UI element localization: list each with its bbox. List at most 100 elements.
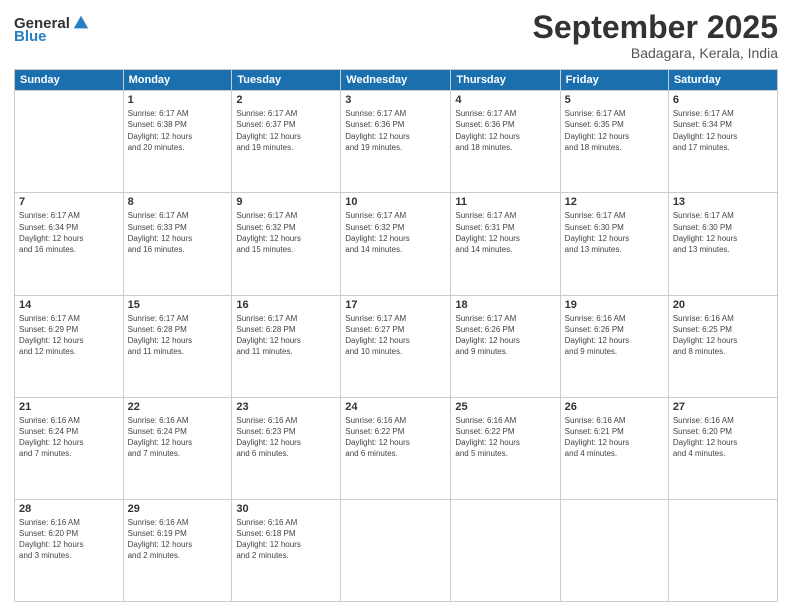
day-number: 6 <box>673 94 773 106</box>
calendar-cell: 16 Sunrise: 6:17 AM Sunset: 6:28 PM Dayli… <box>232 295 341 397</box>
logo-blue: Blue <box>14 28 47 45</box>
day-info: Sunrise: 6:17 AM Sunset: 6:34 PM Dayligh… <box>673 108 773 153</box>
day-info: Sunrise: 6:17 AM Sunset: 6:32 PM Dayligh… <box>345 210 446 255</box>
calendar-cell: 27Sunrise: 6:16 AM Sunset: 6:20 PM Dayli… <box>668 397 777 499</box>
day-number: 21 <box>19 401 119 413</box>
logo-icon <box>72 14 90 32</box>
day-number: 19 <box>565 299 664 311</box>
week-row-2: 7 Sunrise: 6:17 AM Sunset: 6:34 PM Daylig… <box>15 193 778 295</box>
day-info: Sunrise: 6:16 AM Sunset: 6:20 PM Dayligh… <box>19 517 119 562</box>
day-number: 8 <box>128 196 228 208</box>
day-info: Sunrise: 6:17 AM Sunset: 6:36 PM Dayligh… <box>455 108 555 153</box>
calendar-cell: 8 Sunrise: 6:17 AM Sunset: 6:33 PM Daylig… <box>123 193 232 295</box>
day-info: Sunrise: 6:16 AM Sunset: 6:19 PM Dayligh… <box>128 517 228 562</box>
calendar-cell: 3Sunrise: 6:17 AM Sunset: 6:36 PM Daylig… <box>341 91 451 193</box>
day-number: 22 <box>128 401 228 413</box>
calendar-cell: 25 Sunrise: 6:16 AM Sunset: 6:22 PM Dayli… <box>451 397 560 499</box>
day-number: 3 <box>345 94 446 106</box>
calendar-cell: 18 Sunrise: 6:17 AM Sunset: 6:26 PM Dayli… <box>451 295 560 397</box>
day-number: 2 <box>236 94 336 106</box>
calendar-cell: 23Sunrise: 6:16 AM Sunset: 6:23 PM Dayli… <box>232 397 341 499</box>
day-info: Sunrise: 6:17 AM Sunset: 6:34 PM Dayligh… <box>19 210 119 255</box>
day-number: 30 <box>236 503 336 515</box>
day-number: 18 <box>455 299 555 311</box>
day-info: Sunrise: 6:17 AM Sunset: 6:30 PM Dayligh… <box>565 210 664 255</box>
day-info: Sunrise: 6:16 AM Sunset: 6:25 PM Dayligh… <box>673 313 773 358</box>
calendar-table: Sunday Monday Tuesday Wednesday Thursday… <box>14 69 778 602</box>
day-info: Sunrise: 6:17 AM Sunset: 6:38 PM Dayligh… <box>128 108 228 153</box>
week-row-4: 21 Sunrise: 6:16 AM Sunset: 6:24 PM Dayli… <box>15 397 778 499</box>
day-info: Sunrise: 6:16 AM Sunset: 6:22 PM Dayligh… <box>345 415 446 460</box>
day-number: 16 <box>236 299 336 311</box>
day-info: Sunrise: 6:16 AM Sunset: 6:24 PM Dayligh… <box>19 415 119 460</box>
calendar-cell <box>451 499 560 601</box>
col-saturday: Saturday <box>668 70 777 91</box>
day-number: 20 <box>673 299 773 311</box>
day-number: 1 <box>128 94 228 106</box>
day-number: 17 <box>345 299 446 311</box>
day-number: 7 <box>19 196 119 208</box>
day-info: Sunrise: 6:16 AM Sunset: 6:26 PM Dayligh… <box>565 313 664 358</box>
day-number: 26 <box>565 401 664 413</box>
day-number: 24 <box>345 401 446 413</box>
week-row-5: 28 Sunrise: 6:16 AM Sunset: 6:20 PM Dayli… <box>15 499 778 601</box>
day-info: Sunrise: 6:17 AM Sunset: 6:30 PM Dayligh… <box>673 210 773 255</box>
page: General Blue September 2025 Badagara, Ke… <box>0 0 792 612</box>
day-number: 10 <box>345 196 446 208</box>
day-number: 28 <box>19 503 119 515</box>
day-number: 11 <box>455 196 555 208</box>
calendar-cell: 12Sunrise: 6:17 AM Sunset: 6:30 PM Dayli… <box>560 193 668 295</box>
day-number: 4 <box>455 94 555 106</box>
day-info: Sunrise: 6:17 AM Sunset: 6:28 PM Dayligh… <box>236 313 336 358</box>
calendar-cell: 29 Sunrise: 6:16 AM Sunset: 6:19 PM Dayli… <box>123 499 232 601</box>
calendar-cell: 22 Sunrise: 6:16 AM Sunset: 6:24 PM Dayli… <box>123 397 232 499</box>
calendar-cell: 7 Sunrise: 6:17 AM Sunset: 6:34 PM Daylig… <box>15 193 124 295</box>
day-number: 29 <box>128 503 228 515</box>
calendar-cell: 2 Sunrise: 6:17 AM Sunset: 6:37 PM Daylig… <box>232 91 341 193</box>
col-tuesday: Tuesday <box>232 70 341 91</box>
day-info: Sunrise: 6:17 AM Sunset: 6:27 PM Dayligh… <box>345 313 446 358</box>
col-thursday: Thursday <box>451 70 560 91</box>
calendar-cell: 28 Sunrise: 6:16 AM Sunset: 6:20 PM Dayli… <box>15 499 124 601</box>
week-row-1: 1 Sunrise: 6:17 AM Sunset: 6:38 PM Daylig… <box>15 91 778 193</box>
day-number: 15 <box>128 299 228 311</box>
calendar-cell <box>15 91 124 193</box>
day-number: 23 <box>236 401 336 413</box>
day-info: Sunrise: 6:17 AM Sunset: 6:32 PM Dayligh… <box>236 210 336 255</box>
day-number: 14 <box>19 299 119 311</box>
day-number: 27 <box>673 401 773 413</box>
day-info: Sunrise: 6:16 AM Sunset: 6:24 PM Dayligh… <box>128 415 228 460</box>
day-info: Sunrise: 6:17 AM Sunset: 6:29 PM Dayligh… <box>19 313 119 358</box>
month-title: September 2025 <box>533 10 778 45</box>
day-info: Sunrise: 6:17 AM Sunset: 6:33 PM Dayligh… <box>128 210 228 255</box>
day-info: Sunrise: 6:16 AM Sunset: 6:18 PM Dayligh… <box>236 517 336 562</box>
calendar-cell: 13 Sunrise: 6:17 AM Sunset: 6:30 PM Dayli… <box>668 193 777 295</box>
day-info: Sunrise: 6:17 AM Sunset: 6:26 PM Dayligh… <box>455 313 555 358</box>
day-info: Sunrise: 6:17 AM Sunset: 6:35 PM Dayligh… <box>565 108 664 153</box>
week-row-3: 14 Sunrise: 6:17 AM Sunset: 6:29 PM Dayli… <box>15 295 778 397</box>
calendar-cell: 6 Sunrise: 6:17 AM Sunset: 6:34 PM Daylig… <box>668 91 777 193</box>
calendar-cell: 14 Sunrise: 6:17 AM Sunset: 6:29 PM Dayli… <box>15 295 124 397</box>
calendar-cell <box>560 499 668 601</box>
location: Badagara, Kerala, India <box>533 45 778 61</box>
calendar-cell: 26Sunrise: 6:16 AM Sunset: 6:21 PM Dayli… <box>560 397 668 499</box>
day-number: 5 <box>565 94 664 106</box>
day-info: Sunrise: 6:17 AM Sunset: 6:31 PM Dayligh… <box>455 210 555 255</box>
col-sunday: Sunday <box>15 70 124 91</box>
calendar-cell: 30 Sunrise: 6:16 AM Sunset: 6:18 PM Dayli… <box>232 499 341 601</box>
calendar-cell: 4 Sunrise: 6:17 AM Sunset: 6:36 PM Daylig… <box>451 91 560 193</box>
calendar-cell: 1 Sunrise: 6:17 AM Sunset: 6:38 PM Daylig… <box>123 91 232 193</box>
calendar-cell: 11 Sunrise: 6:17 AM Sunset: 6:31 PM Dayli… <box>451 193 560 295</box>
day-number: 9 <box>236 196 336 208</box>
col-monday: Monday <box>123 70 232 91</box>
day-number: 25 <box>455 401 555 413</box>
calendar-cell: 9 Sunrise: 6:17 AM Sunset: 6:32 PM Daylig… <box>232 193 341 295</box>
day-number: 13 <box>673 196 773 208</box>
calendar-cell <box>668 499 777 601</box>
day-info: Sunrise: 6:17 AM Sunset: 6:28 PM Dayligh… <box>128 313 228 358</box>
calendar-cell: 21 Sunrise: 6:16 AM Sunset: 6:24 PM Dayli… <box>15 397 124 499</box>
day-info: Sunrise: 6:17 AM Sunset: 6:37 PM Dayligh… <box>236 108 336 153</box>
calendar-cell: 15 Sunrise: 6:17 AM Sunset: 6:28 PM Dayli… <box>123 295 232 397</box>
calendar-cell: 17 Sunrise: 6:17 AM Sunset: 6:27 PM Dayli… <box>341 295 451 397</box>
day-info: Sunrise: 6:16 AM Sunset: 6:22 PM Dayligh… <box>455 415 555 460</box>
